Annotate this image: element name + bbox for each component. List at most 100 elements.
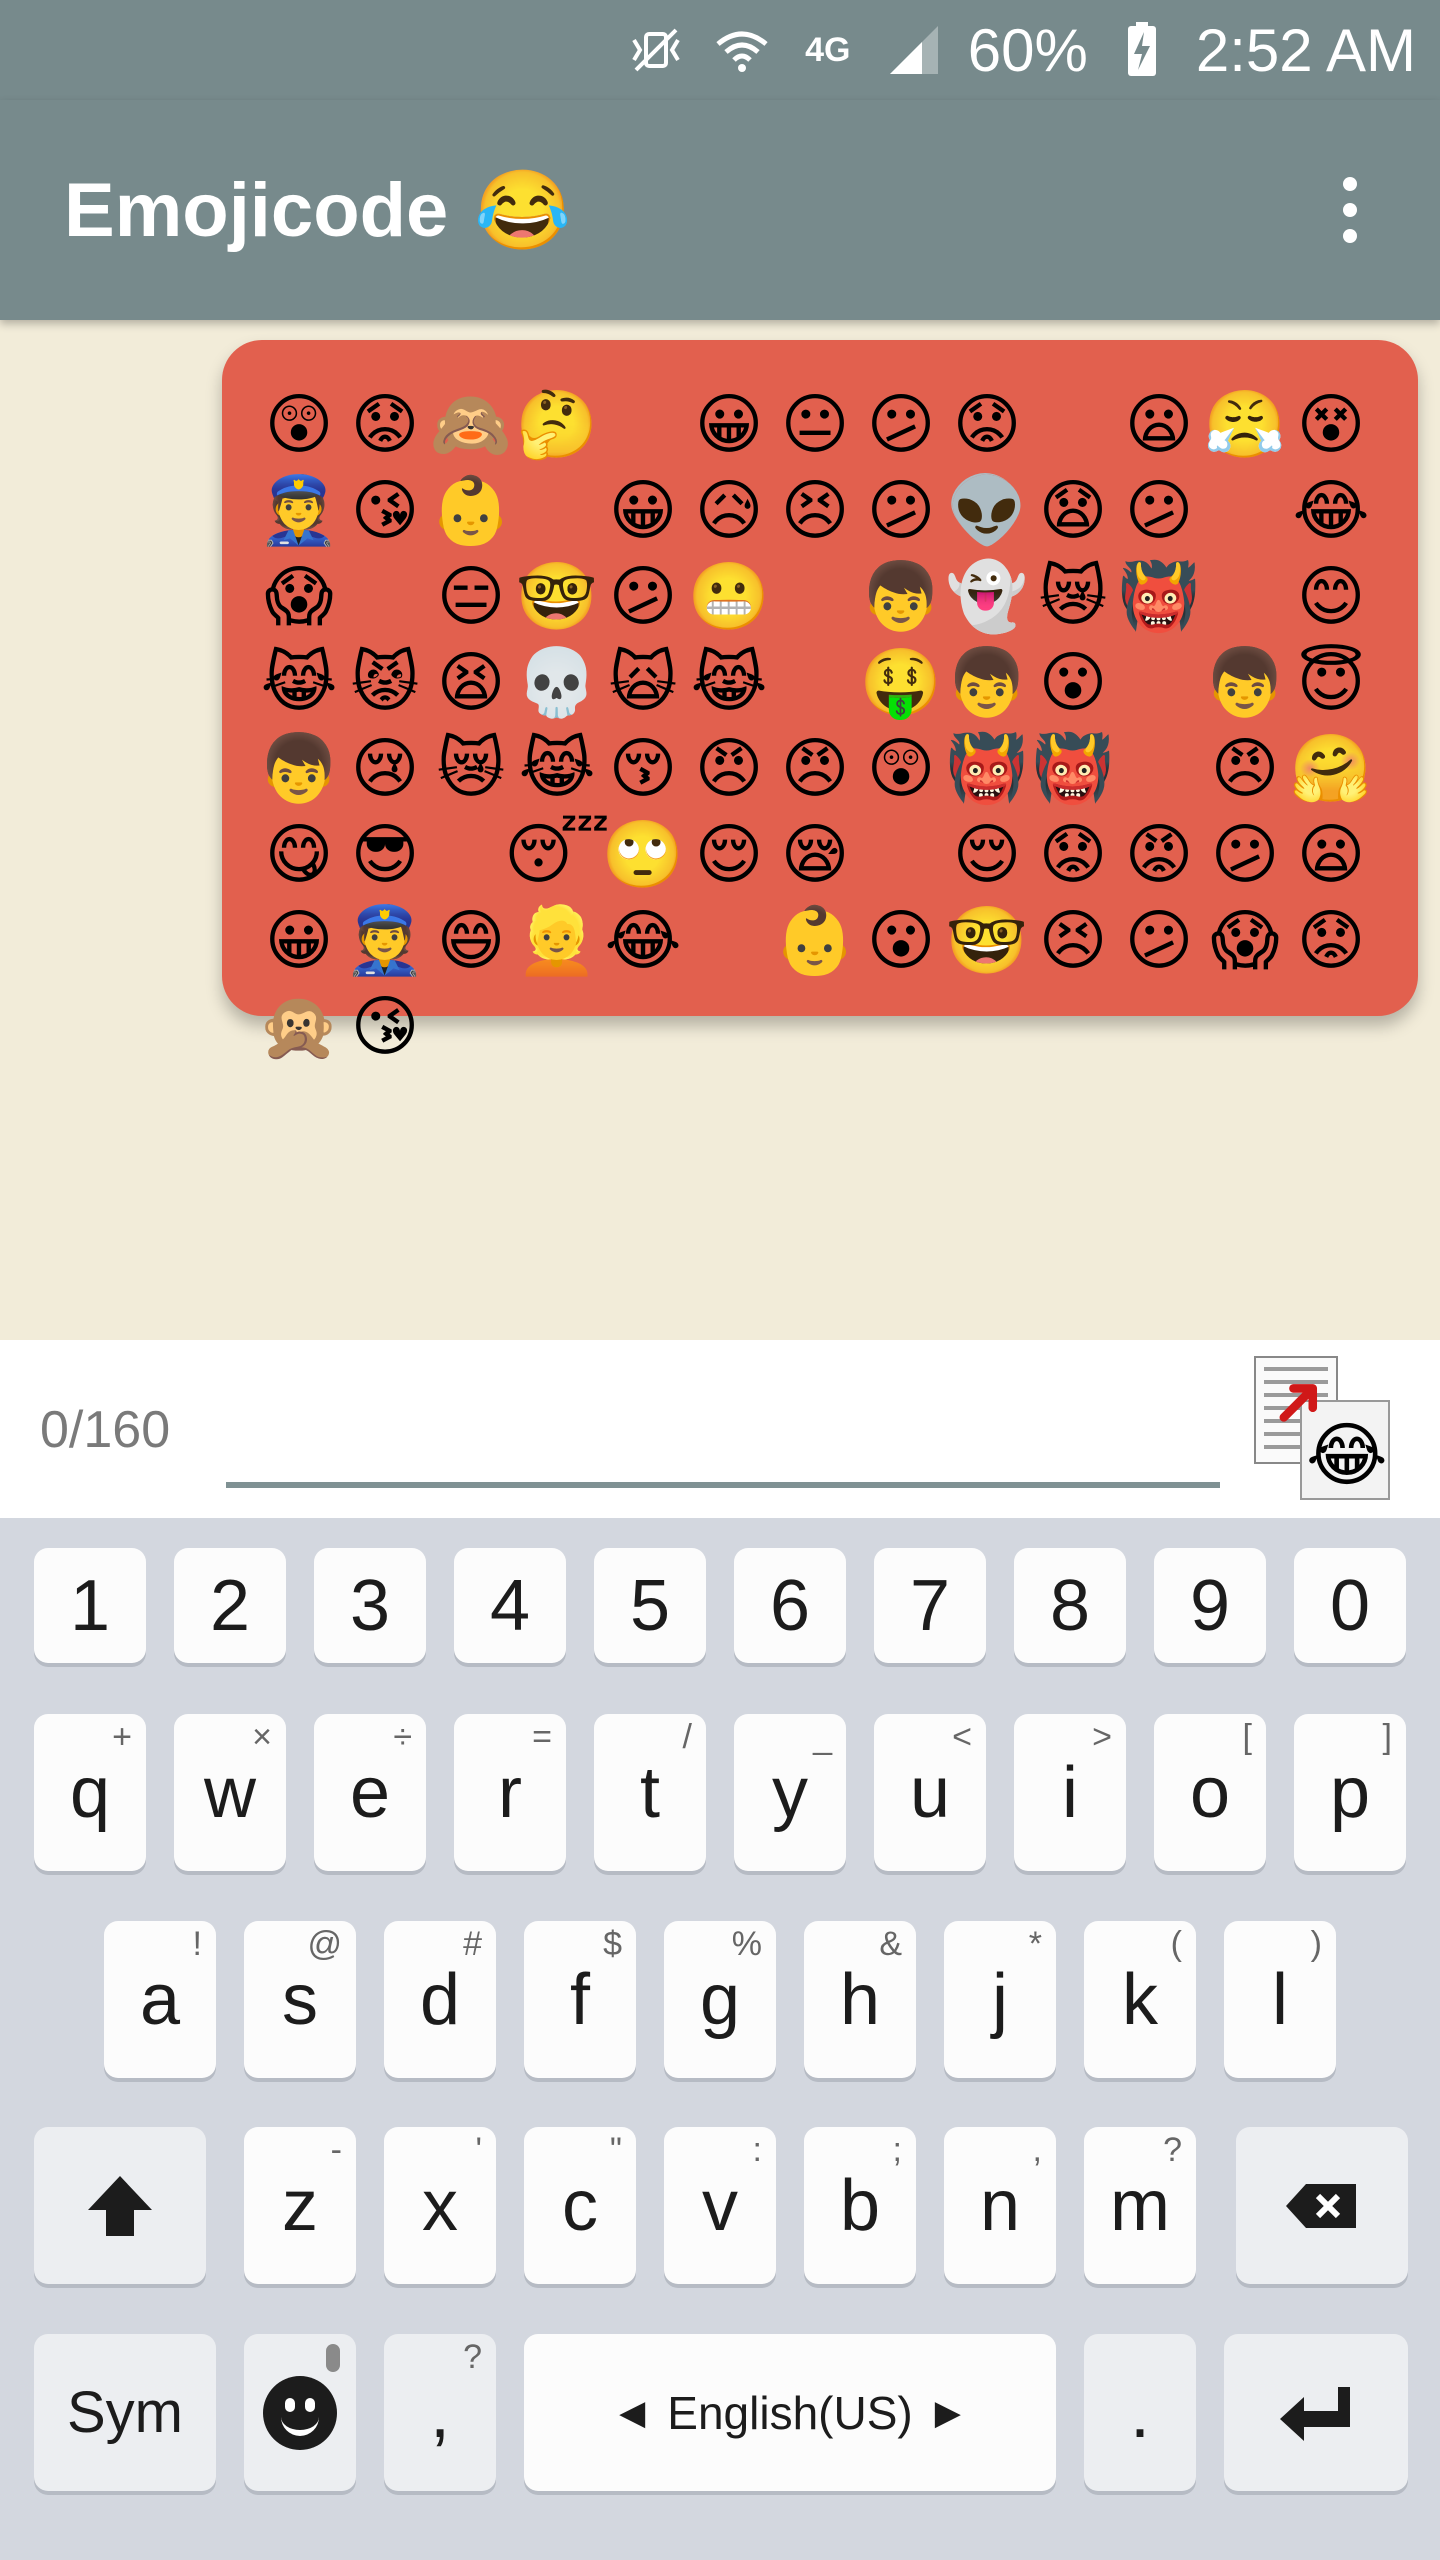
key-hint: = bbox=[532, 1718, 552, 1756]
battery-percent: 60% bbox=[967, 16, 1088, 84]
emoji: 😱 bbox=[264, 558, 334, 635]
emoji: 😂 bbox=[1292, 472, 1370, 549]
key-hint: " bbox=[609, 2131, 622, 2169]
key-5[interactable]: 5 bbox=[594, 1548, 706, 1663]
key-e[interactable]: e ÷ bbox=[314, 1714, 426, 1871]
emoji: 👶 bbox=[773, 902, 857, 979]
emoji: 🤗 bbox=[1289, 730, 1373, 807]
message-input[interactable] bbox=[226, 1384, 1224, 1472]
app-bar: Emojicode 😂 bbox=[0, 100, 1440, 320]
emoji: 😮 bbox=[1038, 644, 1108, 721]
key-h[interactable]: h & bbox=[804, 1921, 916, 2078]
key-hint: × bbox=[252, 1718, 272, 1756]
key-p[interactable]: p] bbox=[1294, 1714, 1406, 1871]
key-3[interactable]: 3 bbox=[314, 1548, 426, 1663]
key-label: s bbox=[282, 1959, 318, 2040]
key-w[interactable]: w × bbox=[174, 1714, 286, 1871]
emoji: 😄 bbox=[436, 902, 506, 979]
key-9[interactable]: 9 bbox=[1154, 1548, 1266, 1663]
key-l[interactable]: l) bbox=[1224, 1921, 1336, 2078]
key-2[interactable]: 2 bbox=[174, 1548, 286, 1663]
key-y[interactable]: y _ bbox=[734, 1714, 846, 1871]
key-label: c bbox=[562, 2165, 598, 2246]
emoji: 👻 bbox=[945, 558, 1029, 635]
key-1[interactable]: 1 bbox=[34, 1548, 146, 1663]
key-hint: / bbox=[682, 1718, 692, 1756]
period-key[interactable]: . bbox=[1084, 2334, 1196, 2491]
emoji-spacer bbox=[1116, 640, 1202, 726]
key-z[interactable]: z- bbox=[244, 2127, 356, 2284]
key-r[interactable]: r = bbox=[454, 1714, 566, 1871]
emoji: 👶 bbox=[429, 472, 513, 549]
emoji: 😕 bbox=[1124, 472, 1194, 549]
emoji-spacer bbox=[1202, 554, 1288, 640]
enter-icon bbox=[1280, 2386, 1350, 2441]
key-label: 3 bbox=[349, 1565, 391, 1646]
emoji: 😘 bbox=[350, 988, 420, 1065]
signal-icon bbox=[882, 18, 946, 82]
app-title-emoji: 😂 bbox=[474, 166, 572, 254]
emoji: 😦 bbox=[1124, 386, 1194, 463]
emoji-spacer bbox=[772, 554, 858, 640]
enter-key[interactable] bbox=[1224, 2334, 1408, 2491]
emoji-spacer bbox=[514, 468, 600, 554]
key-x[interactable]: x ' bbox=[384, 2127, 496, 2284]
space-key[interactable]: ◀ English(US) ▶ bbox=[524, 2334, 1056, 2491]
key-d[interactable]: d # bbox=[384, 1921, 496, 2078]
shift-key[interactable] bbox=[34, 2127, 206, 2284]
key-label: x bbox=[422, 2165, 458, 2246]
emoji: 😫 bbox=[436, 644, 506, 721]
key-n[interactable]: n, bbox=[944, 2127, 1056, 2284]
emoji-spacer bbox=[686, 898, 772, 984]
microphone-icon bbox=[326, 2344, 340, 2372]
emoji-key[interactable] bbox=[244, 2334, 356, 2491]
key-hint: # bbox=[463, 1925, 482, 1963]
key-label: y bbox=[772, 1752, 808, 1833]
key-a[interactable]: a! bbox=[104, 1921, 216, 2078]
key-m[interactable]: m? bbox=[1084, 2127, 1196, 2284]
key-q[interactable]: q + bbox=[34, 1714, 146, 1871]
key-b[interactable]: b; bbox=[804, 2127, 916, 2284]
key-label: b bbox=[839, 2165, 881, 2246]
key-u[interactable]: u < bbox=[874, 1714, 986, 1871]
paste-emoji-button[interactable]: ➜ 😂 bbox=[1248, 1351, 1400, 1506]
key-k[interactable]: k( bbox=[1084, 1921, 1196, 2078]
key-6[interactable]: 6 bbox=[734, 1548, 846, 1663]
message-bubble[interactable]: 😲 😟 🙈 🤔 😀 😐 😕 😟 😦 😤 😵 👮 😘 👶 😀 😥 😣 😕 👽 😧 😕 😂 😱 😑 🤓 😕 😬 👦 👻 😿 👹 😊 😹 😾 😫 💀 🙀 😹 🤑 👦… bbox=[222, 340, 1418, 1060]
key-8[interactable]: 8 bbox=[1014, 1548, 1126, 1663]
key-s[interactable]: s @ bbox=[244, 1921, 356, 2078]
key-label: 0 bbox=[1329, 1565, 1371, 1646]
key-4[interactable]: 4 bbox=[454, 1548, 566, 1663]
key-t[interactable]: t / bbox=[594, 1714, 706, 1871]
key-g[interactable]: g% bbox=[664, 1921, 776, 2078]
emoji-spacer bbox=[600, 382, 686, 468]
key-v[interactable]: v: bbox=[664, 2127, 776, 2284]
emoji: 👹 bbox=[1031, 730, 1115, 807]
key-j[interactable]: j * bbox=[944, 1921, 1056, 2078]
emoji: 😂 bbox=[604, 902, 682, 979]
overflow-menu-button[interactable] bbox=[1300, 160, 1400, 260]
emoji: 😋 bbox=[264, 816, 334, 893]
key-o[interactable]: o[ bbox=[1154, 1714, 1266, 1871]
backspace-key[interactable] bbox=[1236, 2127, 1408, 2284]
key-0[interactable]: 0 bbox=[1294, 1548, 1406, 1663]
key-hint: > bbox=[1092, 1718, 1112, 1756]
emoji: 🤓 bbox=[945, 902, 1029, 979]
comma-key[interactable]: , ? bbox=[384, 2334, 496, 2491]
sym-key[interactable]: Sym bbox=[34, 2334, 216, 2491]
key-7[interactable]: 7 bbox=[874, 1548, 986, 1663]
key-hint: ÷ bbox=[393, 1718, 412, 1756]
key-hint: ; bbox=[892, 2131, 902, 2169]
key-hint: < bbox=[952, 1718, 972, 1756]
key-f[interactable]: f $ bbox=[524, 1921, 636, 2078]
key-label: u bbox=[909, 1752, 951, 1833]
emoji: 😪 bbox=[780, 816, 850, 893]
emoji: 👹 bbox=[945, 730, 1029, 807]
key-c[interactable]: c " bbox=[524, 2127, 636, 2284]
key-label: e bbox=[349, 1752, 391, 1833]
key-i[interactable]: i > bbox=[1014, 1714, 1126, 1871]
emoji: 😌 bbox=[694, 816, 764, 893]
sym-label: Sym bbox=[67, 2380, 183, 2445]
key-label: p bbox=[1329, 1752, 1371, 1833]
key-label: v bbox=[702, 2165, 738, 2246]
